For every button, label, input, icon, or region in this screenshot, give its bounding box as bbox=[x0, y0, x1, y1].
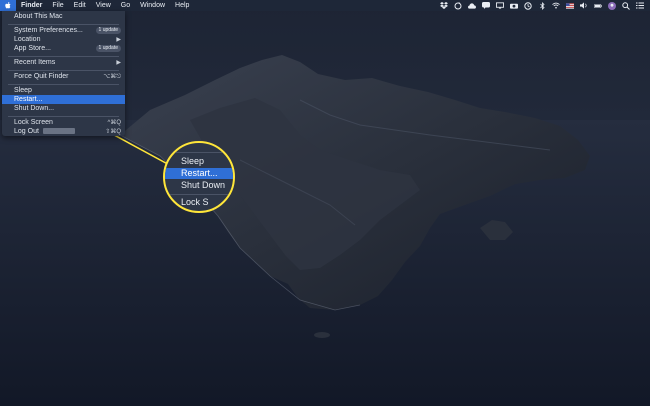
camera-icon[interactable] bbox=[510, 2, 518, 10]
menu-separator bbox=[8, 24, 119, 25]
update-badge: 1 update bbox=[95, 27, 121, 34]
menu-separator bbox=[8, 84, 119, 85]
menu-bar: Finder File Edit View Go Window Help bbox=[0, 0, 650, 11]
menu-item-app-store[interactable]: App Store... 1 update bbox=[2, 44, 125, 53]
redacted-username bbox=[42, 128, 75, 135]
menu-separator bbox=[8, 56, 119, 57]
sync-icon[interactable] bbox=[454, 1, 462, 10]
volume-icon[interactable] bbox=[580, 2, 588, 10]
menu-item-about[interactable]: About This Mac bbox=[2, 12, 125, 21]
menu-view[interactable]: View bbox=[91, 0, 116, 11]
menu-item-system-preferences[interactable]: System Preferences... 1 update bbox=[2, 26, 125, 35]
keyboard-shortcut: ⇧⌘Q bbox=[105, 129, 121, 135]
menu-window[interactable]: Window bbox=[135, 0, 170, 11]
menu-item-force-quit[interactable]: Force Quit Finder ⌥⌘⎋ bbox=[2, 72, 125, 81]
messages-icon[interactable] bbox=[482, 2, 490, 10]
menu-item-label: Restart... bbox=[14, 96, 43, 103]
submenu-arrow-icon: ▶ bbox=[116, 37, 121, 43]
magnified-sleep: Sleep bbox=[181, 156, 205, 166]
notification-icon[interactable] bbox=[636, 2, 644, 10]
update-badge: 1 update bbox=[95, 45, 121, 52]
menu-item-label: Log Out bbox=[14, 128, 105, 135]
menu-item-label: Recent Items bbox=[14, 59, 56, 66]
magnifier-separator bbox=[169, 194, 229, 195]
menu-item-label: Lock Screen bbox=[14, 119, 53, 126]
keyboard-shortcut: ^⌘Q bbox=[107, 120, 121, 126]
menu-item-label: About This Mac bbox=[14, 13, 63, 20]
menu-item-shut-down[interactable]: Shut Down... bbox=[2, 104, 125, 113]
menu-separator bbox=[8, 116, 119, 117]
flag-icon[interactable] bbox=[566, 2, 574, 10]
log-out-label: Log Out bbox=[14, 128, 39, 135]
magnifier-separator bbox=[169, 152, 229, 153]
menu-item-location[interactable]: Location ▶ bbox=[2, 35, 125, 44]
bluetooth-icon[interactable] bbox=[538, 1, 546, 10]
menu-go[interactable]: Go bbox=[116, 0, 135, 11]
menu-item-label: App Store... bbox=[14, 45, 51, 52]
magnifier-callout: Sleep Restart... Shut Down Lock S bbox=[163, 141, 235, 213]
menu-item-log-out[interactable]: Log Out ⇧⌘Q bbox=[2, 127, 125, 136]
time-machine-icon[interactable] bbox=[524, 1, 532, 10]
menu-item-label: Shut Down... bbox=[14, 105, 55, 112]
avatar-icon[interactable] bbox=[608, 1, 616, 10]
dropbox-icon[interactable] bbox=[440, 2, 448, 10]
menu-item-label: Sleep bbox=[14, 87, 32, 94]
battery-icon[interactable] bbox=[594, 2, 602, 10]
menu-edit[interactable]: Edit bbox=[69, 0, 91, 11]
apple-menu: About This Mac System Preferences... 1 u… bbox=[2, 11, 125, 136]
wifi-icon[interactable] bbox=[552, 2, 560, 10]
menu-item-restart[interactable]: Restart... bbox=[2, 95, 125, 104]
menu-file[interactable]: File bbox=[47, 0, 68, 11]
search-icon[interactable] bbox=[622, 1, 630, 10]
submenu-arrow-icon: ▶ bbox=[116, 60, 121, 66]
keyboard-shortcut: ⌥⌘⎋ bbox=[103, 73, 121, 80]
magnified-restart: Restart... bbox=[165, 168, 233, 179]
magnified-shut-down: Shut Down bbox=[181, 180, 226, 190]
menu-separator bbox=[8, 70, 119, 71]
menu-item-label: Force Quit Finder bbox=[14, 73, 69, 80]
magnified-lock-screen: Lock S bbox=[181, 197, 209, 207]
menu-help[interactable]: Help bbox=[170, 0, 194, 11]
menu-item-label: Location bbox=[14, 36, 41, 43]
cloud-icon[interactable] bbox=[468, 2, 476, 10]
menu-item-label: System Preferences... bbox=[14, 27, 83, 34]
menu-finder[interactable]: Finder bbox=[16, 0, 47, 11]
apple-icon[interactable] bbox=[0, 0, 16, 11]
menu-item-lock-screen[interactable]: Lock Screen ^⌘Q bbox=[2, 118, 125, 127]
menu-item-sleep[interactable]: Sleep bbox=[2, 86, 125, 95]
menu-item-recent-items[interactable]: Recent Items ▶ bbox=[2, 58, 125, 67]
screen-icon[interactable] bbox=[496, 2, 504, 10]
